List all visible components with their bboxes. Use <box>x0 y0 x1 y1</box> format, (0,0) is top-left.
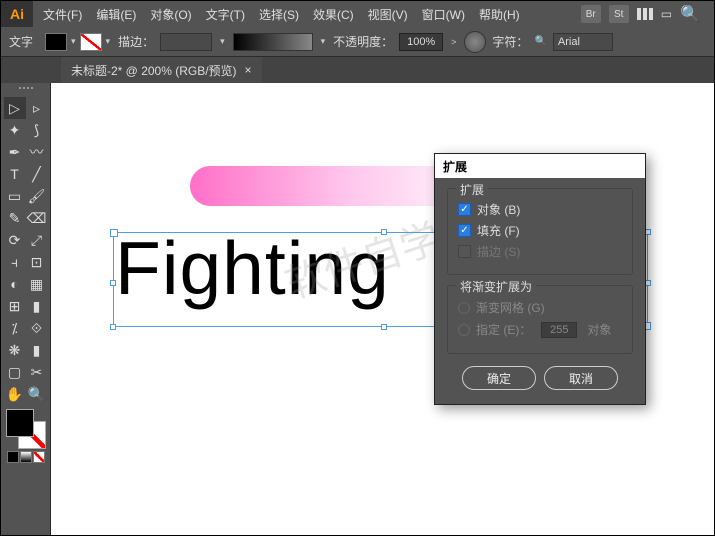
brush-definition-dropdown[interactable] <box>233 33 313 51</box>
slice-tool[interactable]: ✂ <box>26 361 48 383</box>
document-tab-bar: 未标题-2* @ 200% (RGB/预览) × <box>1 57 714 83</box>
stroke-label: 描边： <box>118 33 154 50</box>
tool-context-label: 文字 <box>9 33 39 50</box>
chevron-down-icon[interactable]: ▾ <box>69 36 78 47</box>
curvature-tool[interactable]: 〰 <box>26 141 48 163</box>
fill-checkbox[interactable]: ✓ <box>458 224 471 237</box>
fieldset-legend: 扩展 <box>456 181 488 198</box>
document-tab[interactable]: 未标题-2* @ 200% (RGB/预览) × <box>61 57 262 83</box>
chevron-down-icon[interactable]: ▾ <box>218 36 227 47</box>
magic-wand-tool[interactable]: ✦ <box>4 119 26 141</box>
close-icon[interactable]: × <box>245 63 252 77</box>
dialog-title[interactable]: 扩展 <box>435 154 645 178</box>
chevron-down-icon[interactable]: ▾ <box>104 36 113 47</box>
arrange-documents-icon[interactable]: ▭ <box>661 7 672 21</box>
paintbrush-tool[interactable]: 🖌 <box>26 185 48 207</box>
line-tool[interactable]: ╱ <box>26 163 48 185</box>
canvas-text[interactable]: Fighting <box>115 225 390 311</box>
symbol-sprayer-tool[interactable]: ❋ <box>4 339 26 361</box>
gradient-mode-icon[interactable] <box>20 451 32 463</box>
hand-tool[interactable]: ✋ <box>4 383 26 405</box>
ok-button[interactable]: 确定 <box>462 366 536 390</box>
cancel-button[interactable]: 取消 <box>544 366 618 390</box>
recolor-icon[interactable] <box>464 31 486 53</box>
gradient-tool[interactable]: ▮ <box>26 295 48 317</box>
stroke-checkbox-label: 描边 (S) <box>477 243 520 260</box>
menu-window[interactable]: 窗口(W) <box>416 6 471 23</box>
scale-tool[interactable]: ⤢ <box>26 229 48 251</box>
none-mode-icon[interactable] <box>33 451 45 463</box>
font-family-dropdown[interactable]: Arial <box>553 33 613 51</box>
menu-edit[interactable]: 编辑(E) <box>90 6 142 23</box>
search-icon[interactable]: 🔍 <box>680 4 700 24</box>
menu-effect[interactable]: 效果(C) <box>307 6 360 23</box>
menu-file[interactable]: 文件(F) <box>37 6 88 23</box>
perspective-tool[interactable]: ▦ <box>26 273 48 295</box>
control-bar: 文字 ▾ ▾ 描边： ▾ ▾ 不透明度： 100% > 字符： 🔍 Arial <box>1 27 714 57</box>
search-small-icon[interactable]: 🔍 <box>534 36 546 47</box>
width-tool[interactable]: ⫞ <box>4 251 26 273</box>
artboard-tool[interactable]: ▢ <box>4 361 26 383</box>
graph-tool[interactable]: ▮ <box>26 339 48 361</box>
gradient-expand-fieldset: 将渐变扩展为 渐变网格 (G) 指定 (E)： 255 对象 <box>447 285 633 354</box>
rectangle-tool[interactable]: ▭ <box>4 185 26 207</box>
bridge-icon[interactable]: Br <box>581 5 601 23</box>
menu-select[interactable]: 选择(S) <box>253 6 305 23</box>
fieldset-legend-2: 将渐变扩展为 <box>456 278 536 295</box>
eraser-tool[interactable]: ⌫ <box>26 207 48 229</box>
panel-grip-icon[interactable] <box>6 87 46 93</box>
color-mode-icon[interactable] <box>7 451 19 463</box>
object-checkbox-label: 对象 (B) <box>477 201 520 218</box>
canvas[interactable]: Fighting 软件自学网 扩展 扩展 ✓ 对象 (B) ✓ 填充 (F) <box>51 83 714 535</box>
mesh-radio <box>458 302 470 314</box>
menu-help[interactable]: 帮助(H) <box>473 6 526 23</box>
free-transform-tool[interactable]: ⊡ <box>26 251 48 273</box>
pen-tool[interactable]: ✒ <box>4 141 26 163</box>
menu-bar: Ai 文件(F) 编辑(E) 对象(O) 文字(T) 选择(S) 效果(C) 视… <box>1 1 714 27</box>
opacity-label: 不透明度： <box>333 33 393 50</box>
fill-stroke-widget[interactable] <box>6 409 46 449</box>
app-icon: Ai <box>1 1 33 27</box>
stroke-swatch[interactable] <box>80 33 102 51</box>
chevron-down-icon[interactable]: > <box>449 37 458 47</box>
object-checkbox[interactable]: ✓ <box>458 203 471 216</box>
character-label: 字符： <box>492 33 528 50</box>
rotate-tool[interactable]: ⟳ <box>4 229 26 251</box>
expand-fieldset: 扩展 ✓ 对象 (B) ✓ 填充 (F) ✓ 描边 (S) <box>447 188 633 275</box>
fill-swatch[interactable] <box>45 33 67 51</box>
menu-object[interactable]: 对象(O) <box>144 6 197 23</box>
expand-dialog: 扩展 扩展 ✓ 对象 (B) ✓ 填充 (F) ✓ <box>434 153 646 405</box>
mesh-tool[interactable]: ⊞ <box>4 295 26 317</box>
fill-checkbox-label: 填充 (F) <box>477 222 520 239</box>
chevron-down-icon[interactable]: ▾ <box>319 36 328 47</box>
fill-color-box[interactable] <box>6 409 34 437</box>
lasso-tool[interactable]: ⟆ <box>26 119 48 141</box>
mesh-radio-label: 渐变网格 (G) <box>476 299 545 316</box>
zoom-tool[interactable]: 🔍 <box>26 383 48 405</box>
eyedropper-tool[interactable]: ⁒ <box>4 317 26 339</box>
shaper-tool[interactable]: ✎ <box>4 207 26 229</box>
stroke-checkbox: ✓ <box>458 245 471 258</box>
blend-tool[interactable]: ⟐ <box>26 317 48 339</box>
specify-radio <box>458 324 470 336</box>
workspace-switcher-icon[interactable] <box>637 8 653 20</box>
menu-type[interactable]: 文字(T) <box>200 6 251 23</box>
specify-radio-label: 指定 (E)： <box>476 321 531 338</box>
menu-view[interactable]: 视图(V) <box>362 6 414 23</box>
specify-input: 255 <box>541 322 577 338</box>
opacity-input[interactable]: 100% <box>399 33 443 51</box>
type-tool[interactable]: T <box>4 163 26 185</box>
toolbox: ▷▹ ✦⟆ ✒〰 T╱ ▭🖌 ✎⌫ ⟳⤢ ⫞⊡ ◐▦ ⊞▮ ⁒⟐ ❋▮ ▢✂ ✋… <box>1 83 51 535</box>
stock-icon[interactable]: St <box>609 5 629 23</box>
selection-tool[interactable]: ▷ <box>4 97 26 119</box>
tab-label: 未标题-2* @ 200% (RGB/预览) <box>71 62 237 79</box>
specify-unit-label: 对象 <box>587 321 611 338</box>
direct-selection-tool[interactable]: ▹ <box>26 97 48 119</box>
stroke-width-input[interactable] <box>160 33 212 51</box>
shape-builder-tool[interactable]: ◐ <box>4 273 26 295</box>
